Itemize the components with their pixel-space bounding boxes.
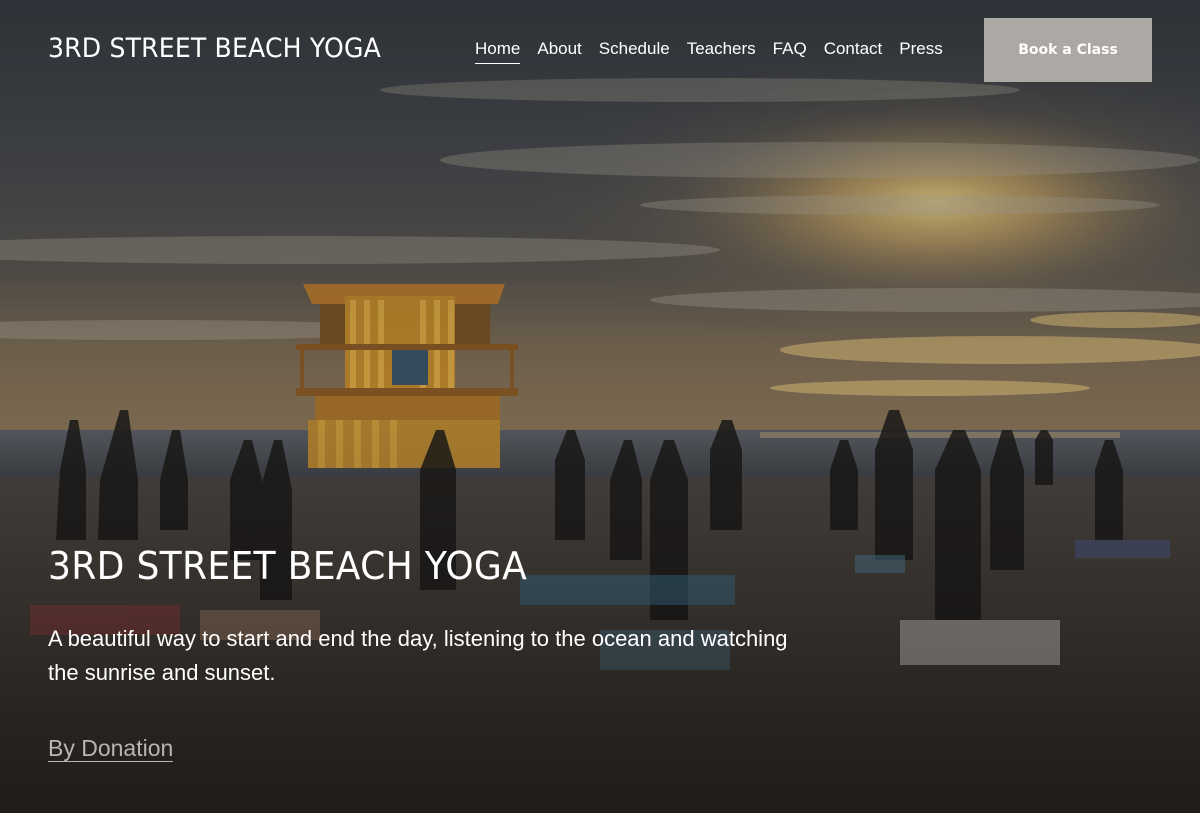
nav-schedule[interactable]: Schedule [599, 39, 670, 64]
nav-contact[interactable]: Contact [824, 39, 883, 64]
nav-teachers[interactable]: Teachers [687, 39, 756, 64]
nav-home[interactable]: Home [475, 39, 521, 64]
by-donation-link[interactable]: By Donation [48, 735, 174, 762]
hero-section: 3RD STREET BEACH YOGA A beautiful way to… [48, 540, 808, 762]
nav-about[interactable]: About [537, 39, 581, 64]
site-title-link[interactable]: 3RD STREET BEACH YOGA [48, 33, 381, 64]
book-a-class-button[interactable]: Book a Class [984, 18, 1152, 82]
hero-subtitle: A beautiful way to start and end the day… [48, 626, 788, 685]
hero-heading: 3RD STREET BEACH YOGA [48, 544, 528, 588]
nav-faq[interactable]: FAQ [773, 39, 807, 64]
main-navigation: Home About Schedule Teachers FAQ Contact… [475, 39, 943, 64]
site-header: 3RD STREET BEACH YOGA Home About Schedul… [0, 0, 1200, 100]
nav-press[interactable]: Press [899, 39, 942, 64]
